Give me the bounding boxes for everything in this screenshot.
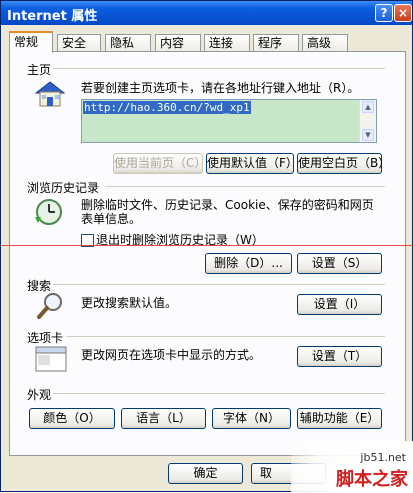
tab-general[interactable]: 常规	[9, 31, 53, 53]
house-icon	[33, 79, 67, 112]
tabs-description: 更改网页在选项卡中显示的方式。	[81, 348, 262, 362]
divider	[53, 68, 385, 69]
history-clock-icon	[33, 197, 67, 230]
history-section-header: 浏览历史记录	[27, 181, 100, 195]
fonts-button[interactable]: 字体（N）	[212, 408, 291, 429]
divider	[53, 393, 385, 394]
watermark-name: 脚本之家	[336, 469, 408, 490]
close-button[interactable]: ×	[394, 4, 412, 22]
history-description-line1: 删除临时文件、历史记录、Cookie、保存的密码和网页	[81, 198, 374, 212]
annotation-line	[1, 245, 413, 246]
title-bar[interactable]: Internet 属性 ? ×	[1, 1, 412, 25]
accessibility-button[interactable]: 辅助功能（E）	[297, 408, 382, 429]
magnifier-icon	[35, 291, 67, 324]
ok-button[interactable]: 确定	[168, 463, 243, 484]
languages-button[interactable]: 语言（L）	[121, 408, 206, 429]
window-title: Internet 属性	[7, 9, 98, 24]
history-description-line2: 表单信息。	[81, 212, 142, 226]
tabs-settings-button[interactable]: 设置（T）	[297, 346, 382, 367]
tab-security[interactable]: 安全	[57, 34, 101, 52]
use-default-button[interactable]: 使用默认值（F）	[206, 153, 298, 174]
appearance-section-header: 外观	[27, 388, 52, 402]
home-description: 若要创建主页选项卡，请在各地址行键入地址（R）。	[81, 81, 360, 95]
site-watermark: jb51.net 脚本之家	[291, 441, 413, 493]
home-page-address-input[interactable]: http://hao.360.cn/?wd_xp1 ▲ ▼	[81, 99, 377, 143]
watermark-url: jb51.net	[360, 451, 406, 464]
tab-advanced[interactable]: 高级	[302, 34, 348, 52]
tab-privacy[interactable]: 隐私	[105, 34, 151, 52]
home-page-address-value: http://hao.360.cn/?wd_xp1	[83, 101, 251, 114]
use-blank-button[interactable]: 使用空白页（B）	[297, 153, 390, 174]
search-description: 更改搜索默认值。	[81, 296, 178, 310]
tab-programs[interactable]: 程序	[253, 34, 299, 52]
delete-history-button[interactable]: 删除（D）...	[205, 253, 292, 274]
tab-connections[interactable]: 连接	[204, 34, 250, 52]
help-button[interactable]: ?	[375, 4, 393, 22]
tab-content[interactable]: 内容	[155, 34, 201, 52]
colors-button[interactable]: 颜色（O）	[29, 408, 115, 429]
divider	[53, 284, 385, 285]
divider	[105, 186, 385, 187]
scroll-down-icon[interactable]: ▼	[362, 129, 374, 141]
scroll-up-icon[interactable]: ▲	[362, 101, 374, 113]
history-settings-button[interactable]: 设置（S）	[297, 253, 382, 274]
home-section-header: 主页	[27, 63, 52, 77]
internet-properties-dialog: Internet 属性 ? × 常规 安全 隐私 内容 连接 程序 高级 主页 …	[0, 0, 413, 493]
use-current-button[interactable]: 使用当前页（C）	[113, 153, 206, 174]
tabbed-window-icon	[35, 343, 67, 376]
address-scrollbar[interactable]: ▲ ▼	[359, 100, 376, 142]
search-settings-button[interactable]: 设置（I）	[297, 294, 382, 315]
divider	[67, 336, 385, 337]
